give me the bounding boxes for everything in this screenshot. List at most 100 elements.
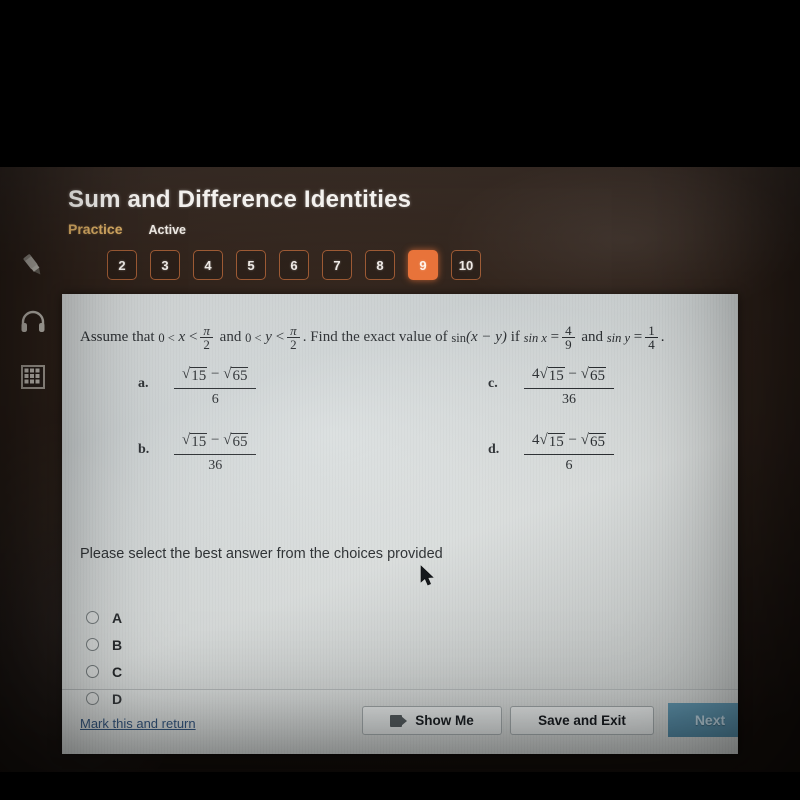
save-and-exit-label: Save and Exit <box>538 713 626 728</box>
question-tab-8[interactable]: 8 <box>365 250 395 280</box>
question-tab-7[interactable]: 7 <box>322 250 352 280</box>
inequality2-left: 0 < <box>245 330 262 345</box>
choice-d-denominator: 6 <box>565 457 573 473</box>
choice-c-radical-1: √ 15 <box>539 366 565 384</box>
question-part2: . Find the exact value of <box>302 329 448 346</box>
tool-rail <box>12 248 54 394</box>
question-tab-10[interactable]: 10 <box>451 250 481 280</box>
choice-d-operator: − <box>568 432 577 448</box>
four-numerator: 4 <box>565 323 572 338</box>
save-and-exit-button[interactable]: Save and Exit <box>510 706 654 735</box>
inequality2-var: y <box>265 329 272 346</box>
question-part3: if <box>510 329 520 346</box>
choice-a-radicand-1: 15 <box>190 367 208 384</box>
choice-a-denominator: 6 <box>211 391 219 407</box>
choice-b-operator: − <box>210 432 220 448</box>
choice-d-letter: d. <box>488 442 500 457</box>
choice-d[interactable]: d. 4 √ 15 − √ 65 6 <box>488 432 614 474</box>
choice-d-radicand-2: 65 <box>588 433 606 450</box>
question-tab-3[interactable]: 3 <box>150 250 180 280</box>
radio-label-a: A <box>112 609 123 626</box>
choice-a[interactable]: a. √ 15 − √ 65 6 <box>138 366 257 408</box>
highlighter-icon[interactable] <box>16 248 50 282</box>
question-and2: and <box>581 329 604 346</box>
choice-c-radicand-2: 65 <box>588 367 606 384</box>
choice-c-coefficient: 4 <box>532 366 540 382</box>
choice-c-radicand-1: 15 <box>547 367 565 384</box>
question-text: Assume that 0 < x < π 2 and 0 < y < π 2 … <box>80 324 728 352</box>
inequality2-rel: < <box>275 329 285 346</box>
calculator-icon[interactable] <box>16 360 50 394</box>
pi-over-2-first: π 2 <box>200 324 213 352</box>
choice-d-radical-1: √ 15 <box>539 432 565 450</box>
status-badge: Active <box>148 223 187 237</box>
photographed-screen: Sum and Difference Identities Practice A… <box>0 0 800 800</box>
choice-a-operator: − <box>210 366 220 382</box>
one-numerator: 1 <box>648 323 655 338</box>
mark-and-return-link[interactable]: Mark this and return <box>80 716 196 731</box>
choice-b[interactable]: b. √ 15 − √ 65 36 <box>138 432 257 474</box>
question-tab-6[interactable]: 6 <box>279 250 309 280</box>
choice-a-radicand-2: 65 <box>231 367 249 384</box>
choice-b-denominator: 36 <box>208 457 223 473</box>
show-me-button[interactable]: Show Me <box>362 706 502 735</box>
radio-circle-a[interactable] <box>86 611 99 624</box>
choice-c-denominator: 36 <box>561 391 576 407</box>
next-button[interactable]: Next <box>668 703 738 737</box>
radio-option-b[interactable]: B <box>86 631 122 658</box>
page-title: Sum and Difference Identities <box>68 186 412 213</box>
video-camera-icon <box>390 714 408 727</box>
card-footer: Mark this and return Show Me Save and Ex… <box>62 689 738 754</box>
choice-c-expression: 4 √ 15 − √ 65 36 <box>524 366 614 408</box>
choice-a-numerator: √ 15 − √ 65 <box>174 366 256 388</box>
choice-a-letter: a. <box>138 376 149 391</box>
question-tab-4[interactable]: 4 <box>193 250 223 280</box>
radio-circle-c[interactable] <box>86 665 99 678</box>
pi-numerator-1: π <box>203 323 210 338</box>
question-period: . <box>660 329 665 346</box>
choice-a-radical-1: √ 15 <box>182 366 208 384</box>
choice-a-radical-2: √ 65 <box>223 366 249 384</box>
inequality1-rel: < <box>188 329 198 346</box>
mouse-cursor <box>420 565 436 592</box>
inequality1-var: x <box>178 329 186 346</box>
question-tab-bar: 2 3 4 5 6 7 8 9 10 <box>107 250 481 280</box>
question-card: Assume that 0 < x < π 2 and 0 < y < π 2 … <box>62 294 738 754</box>
choice-b-numerator: √ 15 − √ 65 <box>174 432 256 454</box>
equals-2: = <box>633 329 643 346</box>
sin-function: sin <box>451 330 466 345</box>
question-and1: and <box>219 329 242 346</box>
one-fourth: 1 4 <box>645 324 658 352</box>
sin-x-label: sin x <box>523 330 547 345</box>
headphones-icon[interactable] <box>16 304 50 338</box>
bottom-black-band <box>0 772 800 800</box>
pi-over-2-second: π 2 <box>287 324 300 352</box>
two-denominator-2: 2 <box>287 337 300 351</box>
choice-c-radical-2: √ 65 <box>580 366 606 384</box>
question-tab-9-current[interactable]: 9 <box>408 250 438 280</box>
question-part1: Assume that <box>80 329 155 346</box>
choice-a-expression: √ 15 − √ 65 6 <box>174 366 257 408</box>
radio-circle-b[interactable] <box>86 638 99 651</box>
radio-label-b: B <box>112 636 123 653</box>
question-tab-2[interactable]: 2 <box>107 250 137 280</box>
radio-label-c: C <box>112 663 123 680</box>
four-denominator: 4 <box>645 337 658 351</box>
two-denominator-1: 2 <box>200 337 213 351</box>
choice-b-letter: b. <box>138 442 150 457</box>
choice-b-radical-1: √ 15 <box>182 432 208 450</box>
next-label: Next <box>694 712 726 728</box>
nine-denominator: 9 <box>562 337 575 351</box>
top-black-band <box>0 0 800 167</box>
lesson-header: Sum and Difference Identities Practice A… <box>68 186 411 237</box>
choice-d-radical-2: √ 65 <box>580 432 606 450</box>
sin-argument: (x − y) <box>466 329 507 346</box>
choice-c[interactable]: c. 4 √ 15 − √ 65 36 <box>488 366 614 408</box>
radio-option-c[interactable]: C <box>86 658 122 685</box>
choice-b-radicand-2: 65 <box>231 433 249 450</box>
radio-option-a[interactable]: A <box>86 604 122 631</box>
section-label: Practice <box>68 221 123 237</box>
choice-d-radicand-1: 15 <box>547 433 565 450</box>
choice-b-radical-2: √ 65 <box>223 432 249 450</box>
question-tab-5[interactable]: 5 <box>236 250 266 280</box>
